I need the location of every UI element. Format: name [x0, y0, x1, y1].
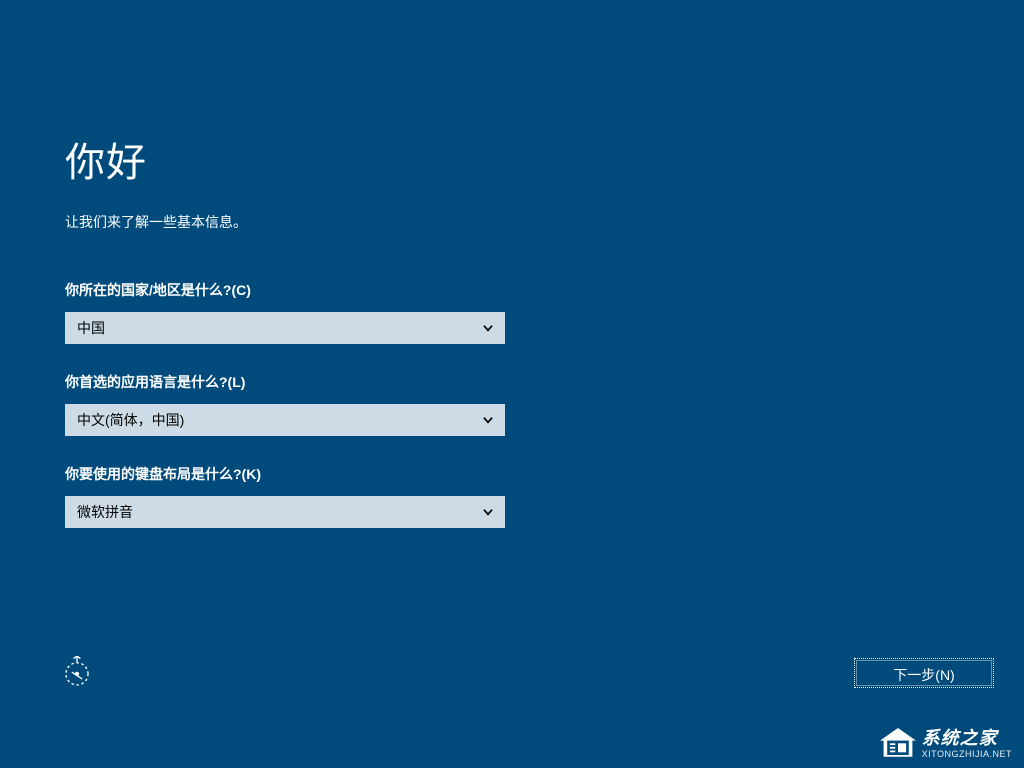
watermark: 系统之家 XITONGZHIJIA.NET [880, 728, 1012, 760]
country-select[interactable]: 中国 [65, 312, 505, 344]
language-label: 你首选的应用语言是什么?(L) [65, 372, 959, 392]
keyboard-select-value[interactable]: 微软拼音 [65, 496, 505, 528]
language-group: 你首选的应用语言是什么?(L) 中文(简体，中国) [65, 372, 959, 436]
footer-bar: 下一步(N) [0, 656, 1024, 690]
country-label: 你所在的国家/地区是什么?(C) [65, 280, 959, 300]
next-button[interactable]: 下一步(N) [854, 658, 994, 688]
language-select[interactable]: 中文(简体，中国) [65, 404, 505, 436]
keyboard-label: 你要使用的键盘布局是什么?(K) [65, 464, 959, 484]
watermark-text: 系统之家 XITONGZHIJIA.NET [922, 728, 1012, 760]
watermark-main-text: 系统之家 [922, 728, 1012, 750]
watermark-logo-icon [880, 728, 916, 760]
language-select-value[interactable]: 中文(简体，中国) [65, 404, 505, 436]
keyboard-select[interactable]: 微软拼音 [65, 496, 505, 528]
watermark-sub-text: XITONGZHIJIA.NET [922, 749, 1012, 760]
page-title: 你好 [65, 130, 959, 188]
country-group: 你所在的国家/地区是什么?(C) 中国 [65, 280, 959, 344]
page-subtitle: 让我们来了解一些基本信息。 [65, 212, 959, 232]
keyboard-group: 你要使用的键盘布局是什么?(K) 微软拼音 [65, 464, 959, 528]
country-select-value[interactable]: 中国 [65, 312, 505, 344]
ease-of-access-icon[interactable] [60, 656, 94, 690]
